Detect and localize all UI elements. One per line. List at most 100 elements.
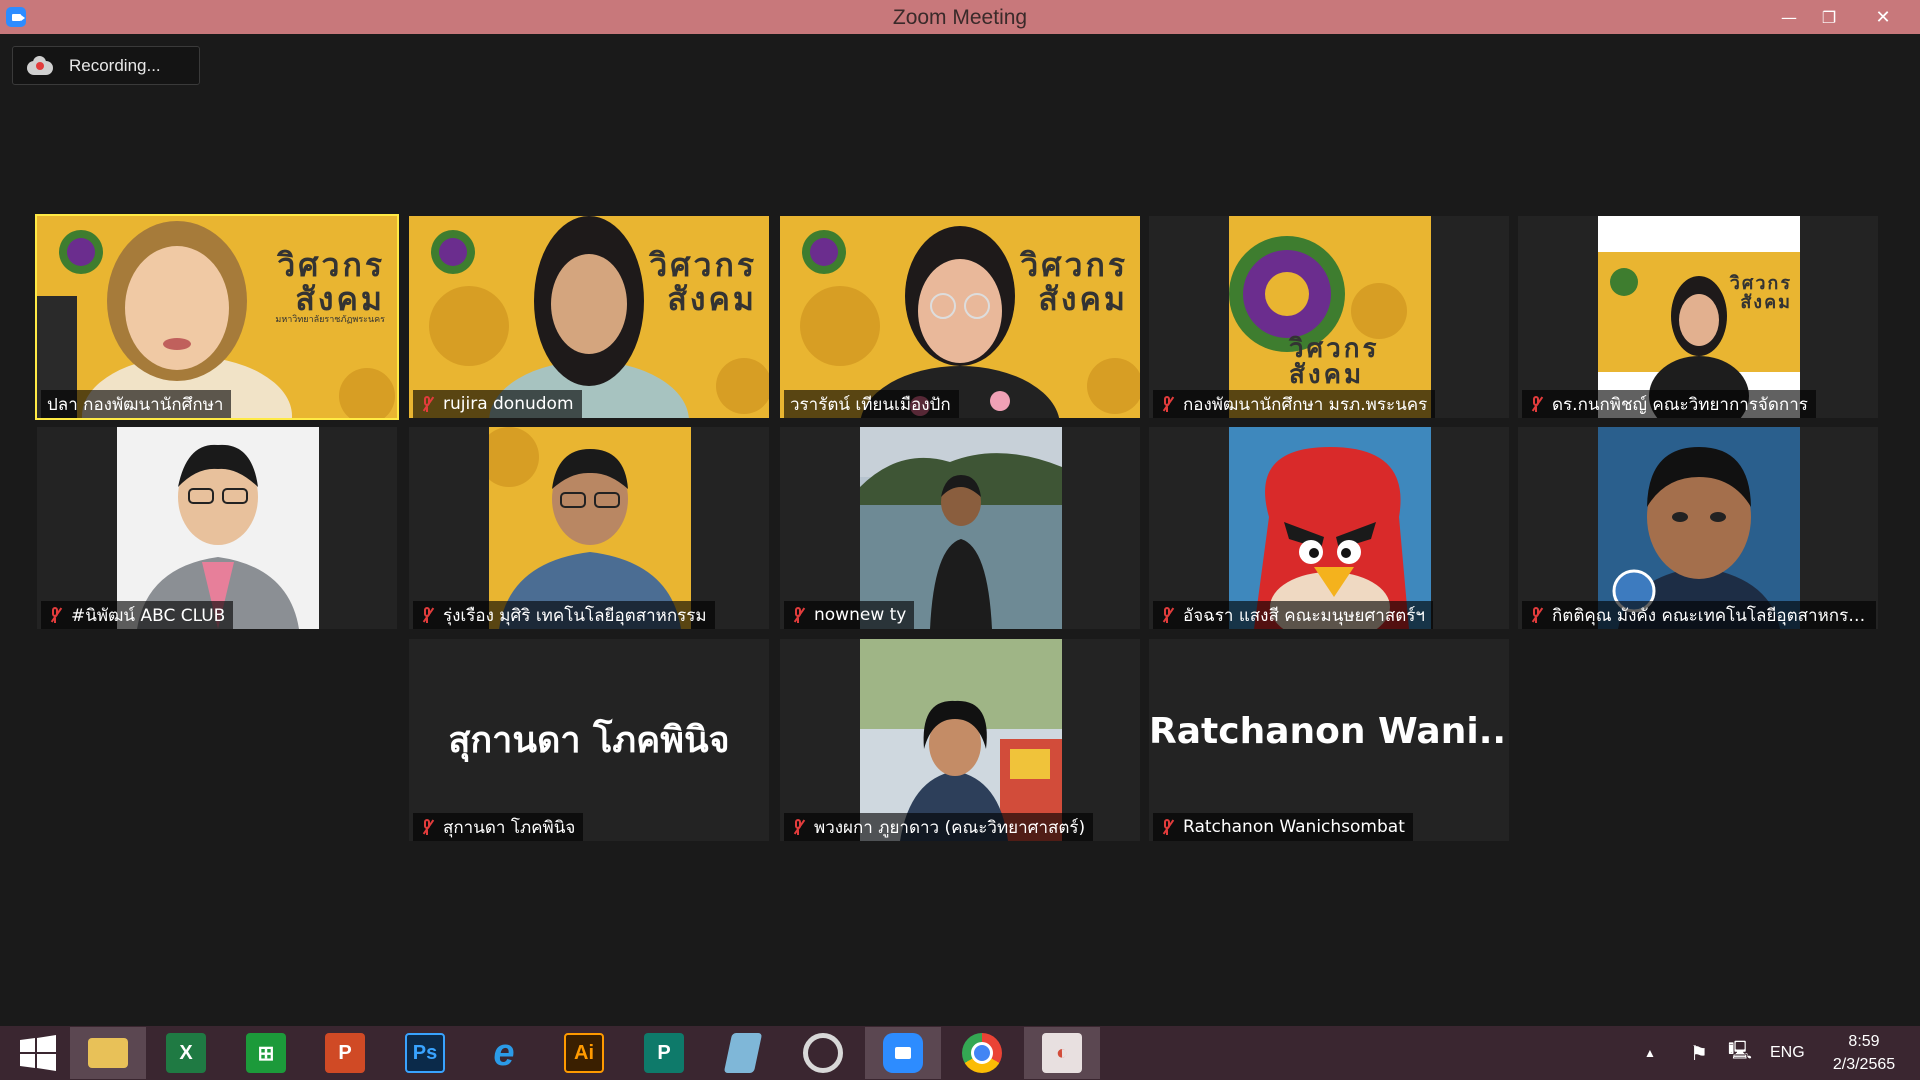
taskbar-office[interactable]: ◐ [1024, 1027, 1100, 1079]
video-tile[interactable]: พวงผกา ภูยาดาว (คณะวิทยาศาสตร์) [780, 639, 1140, 841]
show-hidden-icons[interactable]: ▲ [1644, 1026, 1656, 1080]
taskbar-powerpoint[interactable]: P [307, 1027, 383, 1079]
muted-mic-icon [790, 818, 806, 836]
participant-name: กิตติคุณ มังคัง คณะเทคโนโลยีอุตสาหกรรม [1552, 605, 1868, 626]
taskbar-photoshop[interactable]: Ps [387, 1027, 463, 1079]
participant-name-tag: nownew ty [784, 601, 915, 629]
taskbar-illustrator[interactable]: Ai [546, 1027, 622, 1079]
participant-name-tag: กองพัฒนานักศึกษา มรภ.พระนคร [1153, 390, 1436, 418]
taskbar-photoscape[interactable] [785, 1027, 861, 1079]
taskbar-file-explorer[interactable] [70, 1027, 146, 1079]
video-tile[interactable]: กิตติคุณ มังคัง คณะเทคโนโลยีอุตสาหกรรม [1518, 427, 1878, 629]
poster-title-1: วิศวกร [1729, 273, 1792, 294]
participant-avatar [489, 427, 691, 629]
store-icon: ⊞ [246, 1033, 286, 1073]
clock-date: 2/3/2565 [1832, 1056, 1896, 1073]
title-bar: Zoom Meeting — ❐ ✕ [0, 0, 1920, 34]
taskbar: X ⊞ P Ps e Ai P ◐ ▲ ⚑ 🖳 ENG 8:59 2/3/256… [0, 1026, 1920, 1080]
participant-name-tag: วรารัตน์ เทียนเมืองปัก [784, 390, 959, 418]
taskbar-notepad[interactable] [705, 1027, 781, 1079]
participant-name-tag: สุกานดา โภคพินิจ [413, 813, 584, 841]
chrome-icon [962, 1033, 1002, 1073]
restore-button[interactable]: ❐ [1806, 0, 1852, 34]
muted-mic-icon [419, 395, 435, 413]
network-icon: 🖳 [1728, 1040, 1753, 1060]
poster-title-2: สังคม [1740, 292, 1792, 313]
taskbar-zoom[interactable] [865, 1027, 941, 1079]
video-tile[interactable]: Ratchanon Wani... Ratchanon Wanichsombat [1149, 639, 1509, 841]
language-indicator[interactable]: ENG [1770, 1026, 1805, 1080]
flag-icon: ⚑ [1690, 1042, 1708, 1065]
participant-avatar [860, 427, 1062, 629]
video-tile[interactable]: อัจฉรา แสงสี คณะมนุษยศาสตร์ฯ [1149, 427, 1509, 629]
recording-indicator[interactable]: Recording... [12, 46, 200, 85]
excel-icon: X [166, 1033, 206, 1073]
taskbar-excel[interactable]: X [148, 1027, 224, 1079]
close-button[interactable]: ✕ [1860, 0, 1906, 34]
participant-name: Ratchanon Wanichsombat [1183, 817, 1405, 837]
poster-title-2: สังคม [667, 280, 757, 318]
internet-explorer-icon: e [493, 1031, 515, 1074]
video-tile[interactable]: วิศวกร สังคม ดร.กนกพิชญ์ คณะวิทยาการจัดกา… [1518, 216, 1878, 418]
poster-university: มหาวิทยาลัยราชภัฏพระนคร [275, 315, 385, 325]
taskbar-clock[interactable]: 8:59 2/3/2565 [1818, 1030, 1910, 1076]
participant-avatar [117, 427, 319, 629]
video-tile[interactable]: วิศวกร สังคม rujira donudom [409, 216, 769, 418]
photoshop-icon: Ps [405, 1033, 445, 1073]
participant-name-tag: อัจฉรา แสงสี คณะมนุษยศาสตร์ฯ [1153, 601, 1433, 629]
muted-mic-icon [1528, 606, 1544, 624]
chevron-up-icon: ▲ [1644, 1046, 1656, 1060]
recording-label: Recording... [69, 55, 161, 75]
taskbar-publisher[interactable]: P [626, 1027, 702, 1079]
muted-mic-icon [1159, 606, 1175, 624]
muted-mic-icon [1159, 395, 1175, 413]
muted-mic-icon [419, 818, 435, 836]
participant-name: ปลา กองพัฒนานักศึกษา [47, 394, 224, 415]
participant-name: กองพัฒนานักศึกษา มรภ.พระนคร [1183, 394, 1428, 415]
video-tile[interactable]: วิศวกร สังคม วรารัตน์ เทียนเมืองปัก [780, 216, 1140, 418]
office-icon: ◐ [1042, 1033, 1082, 1073]
taskbar-store[interactable]: ⊞ [228, 1027, 304, 1079]
start-button[interactable] [0, 1027, 76, 1079]
clock-time: 8:59 [1848, 1033, 1880, 1050]
network-status[interactable]: 🖳 [1728, 1026, 1752, 1080]
participant-name-tag: พวงผกา ภูยาดาว (คณะวิทยาศาสตร์) [784, 813, 1094, 841]
notepad-icon [723, 1033, 763, 1073]
participant-name: วรารัตน์ เทียนเมืองปัก [790, 394, 951, 415]
poster-title-2: สังคม [295, 280, 385, 318]
video-tile[interactable]: รุ่งเรือง มุศิริ เทคโนโลยีอุตสาหกรรม [409, 427, 769, 629]
folder-icon [88, 1038, 128, 1068]
illustrator-icon: Ai [564, 1033, 604, 1073]
taskbar-chrome[interactable] [944, 1027, 1020, 1079]
participant-name: nownew ty [814, 605, 907, 625]
participant-avatar [1598, 427, 1800, 629]
taskbar-internet-explorer[interactable]: e [466, 1027, 542, 1079]
participant-name-tag: ปลา กองพัฒนานักศึกษา [41, 390, 232, 418]
poster-title-1: วิศวกร [277, 246, 385, 284]
participant-name-tag: rujira donudom [413, 390, 582, 418]
participant-display-name: Ratchanon Wani... [1149, 711, 1509, 752]
participant-name-tag: Ratchanon Wanichsombat [1153, 813, 1413, 841]
participant-avatar [1229, 427, 1431, 629]
poster-title-2: สังคม [1289, 360, 1365, 390]
video-tile[interactable]: nownew ty [780, 427, 1140, 629]
participant-name-tag: กิตติคุณ มังคัง คณะเทคโนโลยีอุตสาหกรรม [1522, 601, 1876, 629]
video-tile[interactable]: #นิพัฒน์ ABC CLUB [37, 427, 397, 629]
muted-mic-icon [1159, 818, 1175, 836]
participant-name-tag: ดร.กนกพิชญ์ คณะวิทยาการจัดการ [1522, 390, 1816, 418]
muted-mic-icon [419, 606, 435, 624]
poster-title-1: วิศวกร [649, 246, 757, 284]
participant-name: rujira donudom [443, 394, 574, 414]
video-tile[interactable]: สุกานดา โภคพินิจ สุกานดา โภคพินิจ [409, 639, 769, 841]
participant-avatar: วิศวกร สังคม [1598, 216, 1800, 418]
poster-title-1: วิศวกร [1020, 246, 1128, 284]
video-tile[interactable]: วิศวกร สังคม มหาวิทยาลัยราชภัฏพระนคร ปลา … [35, 214, 399, 420]
action-center-flag[interactable]: ⚑ [1690, 1026, 1708, 1080]
zoom-icon [883, 1033, 923, 1073]
windows-icon [20, 1035, 56, 1071]
participant-name: สุกานดา โภคพินิจ [443, 817, 576, 838]
muted-mic-icon [1528, 395, 1544, 413]
cloud-record-icon [27, 55, 53, 75]
publisher-icon: P [644, 1033, 684, 1073]
video-tile[interactable]: วิศวกร สังคม กองพัฒนานักศึกษา มรภ.พระนคร [1149, 216, 1509, 418]
